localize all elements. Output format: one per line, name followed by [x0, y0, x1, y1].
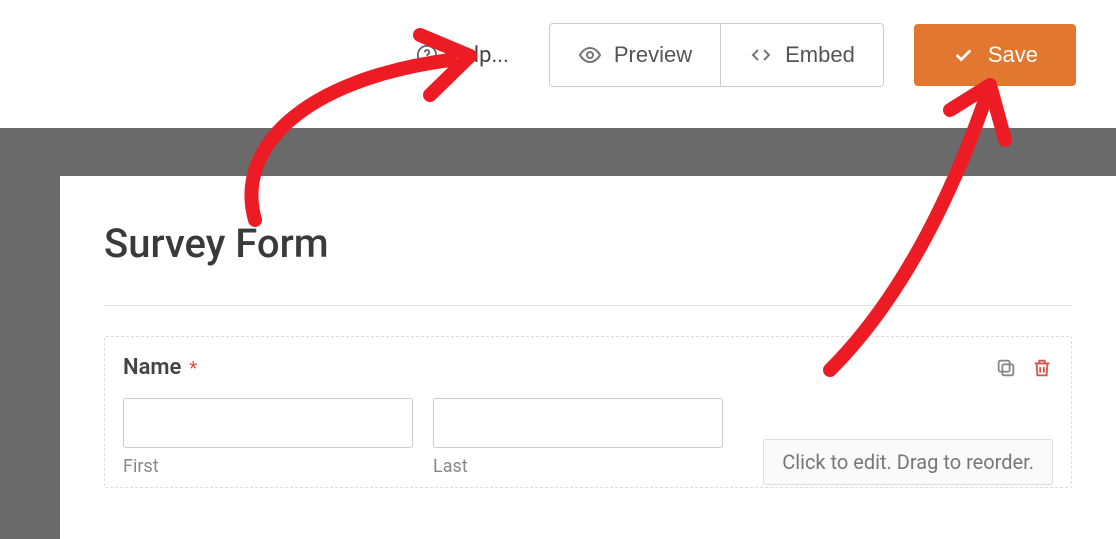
name-field-block[interactable]: Name *	[104, 336, 1072, 488]
help-label: Help...	[446, 43, 508, 68]
trash-icon	[1031, 357, 1053, 379]
first-name-col: First	[123, 398, 413, 477]
form-panel: Survey Form Name *	[60, 176, 1116, 539]
last-name-col: Last	[433, 398, 723, 477]
delete-button[interactable]	[1031, 357, 1053, 379]
name-field-label: Name	[123, 355, 181, 380]
toolbar: Help... Preview Embed	[0, 0, 1116, 110]
help-icon	[416, 44, 438, 66]
check-icon	[952, 44, 974, 66]
divider	[104, 305, 1072, 306]
embed-label: Embed	[785, 42, 855, 68]
first-name-input[interactable]	[123, 398, 413, 448]
code-icon	[749, 43, 773, 67]
last-name-sublabel: Last	[433, 456, 723, 477]
help-link[interactable]: Help...	[406, 37, 518, 74]
save-label: Save	[988, 42, 1038, 68]
form-title: Survey Form	[104, 220, 1072, 267]
preview-embed-group: Preview Embed	[549, 23, 884, 87]
editor-chrome-top	[0, 128, 1116, 176]
required-asterisk: *	[189, 358, 197, 379]
field-label-wrap: Name *	[123, 355, 197, 380]
editor-chrome-side	[0, 128, 60, 539]
embed-button[interactable]: Embed	[720, 24, 883, 86]
preview-button[interactable]: Preview	[550, 24, 720, 86]
duplicate-icon	[995, 357, 1017, 379]
duplicate-button[interactable]	[995, 357, 1017, 379]
field-actions	[995, 357, 1053, 379]
first-name-sublabel: First	[123, 456, 413, 477]
save-button[interactable]: Save	[914, 24, 1076, 86]
edit-hint: Click to edit. Drag to reorder.	[763, 439, 1053, 485]
eye-icon	[578, 43, 602, 67]
field-label-row: Name *	[123, 355, 1053, 380]
preview-label: Preview	[614, 42, 692, 68]
last-name-input[interactable]	[433, 398, 723, 448]
